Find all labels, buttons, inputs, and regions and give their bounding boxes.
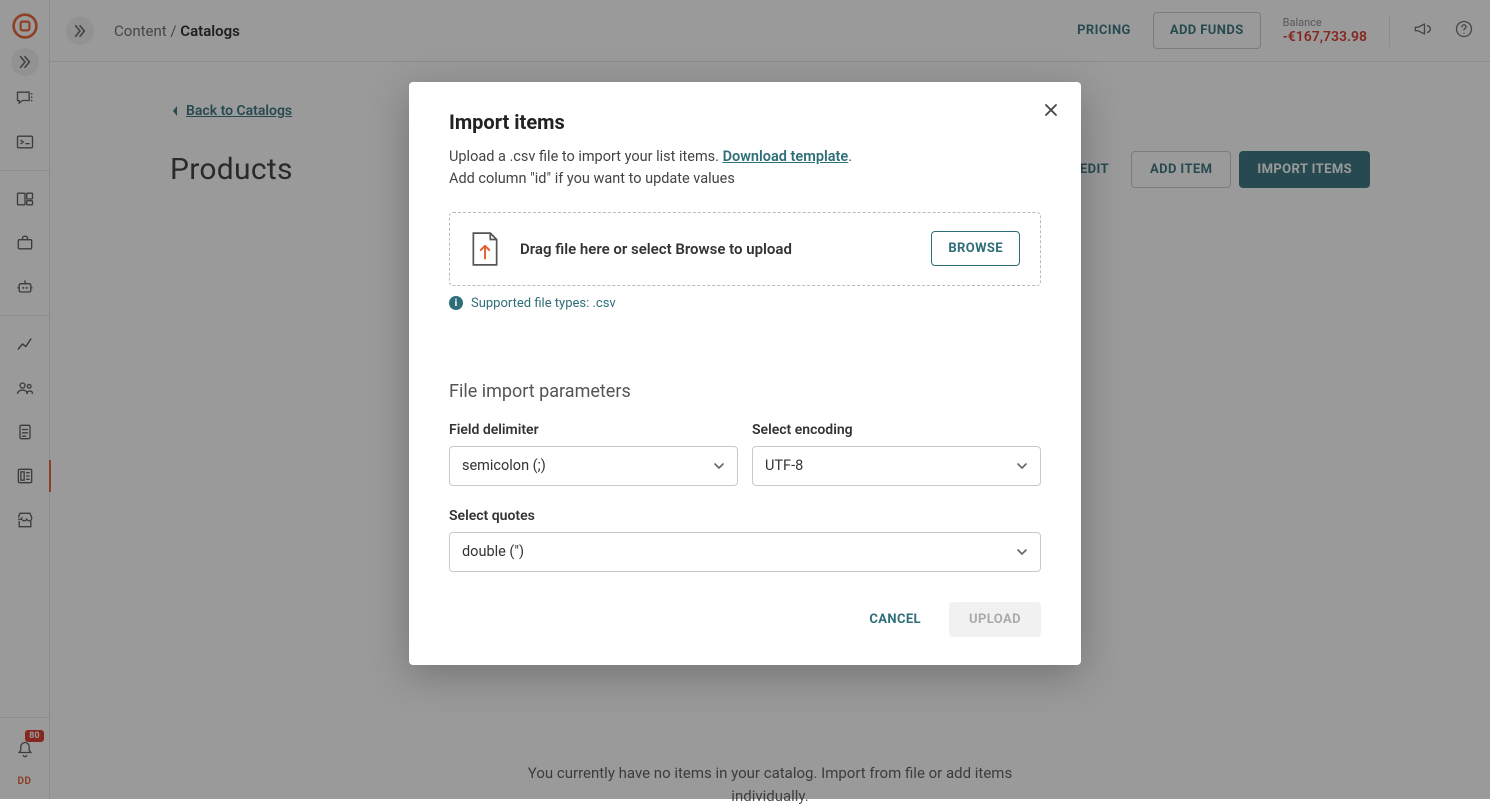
upload-button[interactable]: UPLOAD [949,602,1041,637]
delimiter-label: Field delimiter [449,422,738,438]
modal-overlay[interactable]: Import items Upload a .csv file to impor… [0,0,1490,799]
info-icon: i [449,296,463,310]
encoding-label: Select encoding [752,422,1041,438]
encoding-value: UTF-8 [765,457,803,474]
quotes-value: double (") [462,543,524,560]
chevron-down-icon [1016,460,1028,472]
modal-description: Upload a .csv file to import your list i… [449,146,1041,190]
modal-desc-line2: Add column "id" if you want to update va… [449,170,735,187]
filetype-info: i Supported file types: .csv [449,296,1041,311]
modal-desc-suffix: . [848,148,852,165]
file-dropzone[interactable]: Drag file here or select Browse to uploa… [449,212,1041,286]
modal-title: Import items [449,110,1041,134]
modal-desc-prefix: Upload a .csv file to import your list i… [449,148,723,165]
import-items-modal: Import items Upload a .csv file to impor… [409,82,1081,665]
delimiter-select[interactable]: semicolon (;) [449,446,738,486]
delimiter-value: semicolon (;) [462,457,546,474]
encoding-select[interactable]: UTF-8 [752,446,1041,486]
download-template-link[interactable]: Download template [723,148,849,165]
cancel-button[interactable]: CANCEL [855,602,935,637]
file-upload-icon [470,231,500,267]
browse-button[interactable]: BROWSE [931,231,1020,266]
params-section-title: File import parameters [449,381,1041,402]
quotes-label: Select quotes [449,508,1041,524]
dropzone-text: Drag file here or select Browse to uploa… [520,240,911,258]
close-button[interactable] [1039,98,1063,122]
chevron-down-icon [713,460,725,472]
filetype-text: Supported file types: .csv [471,296,616,311]
chevron-down-icon [1016,546,1028,558]
quotes-select[interactable]: double (") [449,532,1041,572]
